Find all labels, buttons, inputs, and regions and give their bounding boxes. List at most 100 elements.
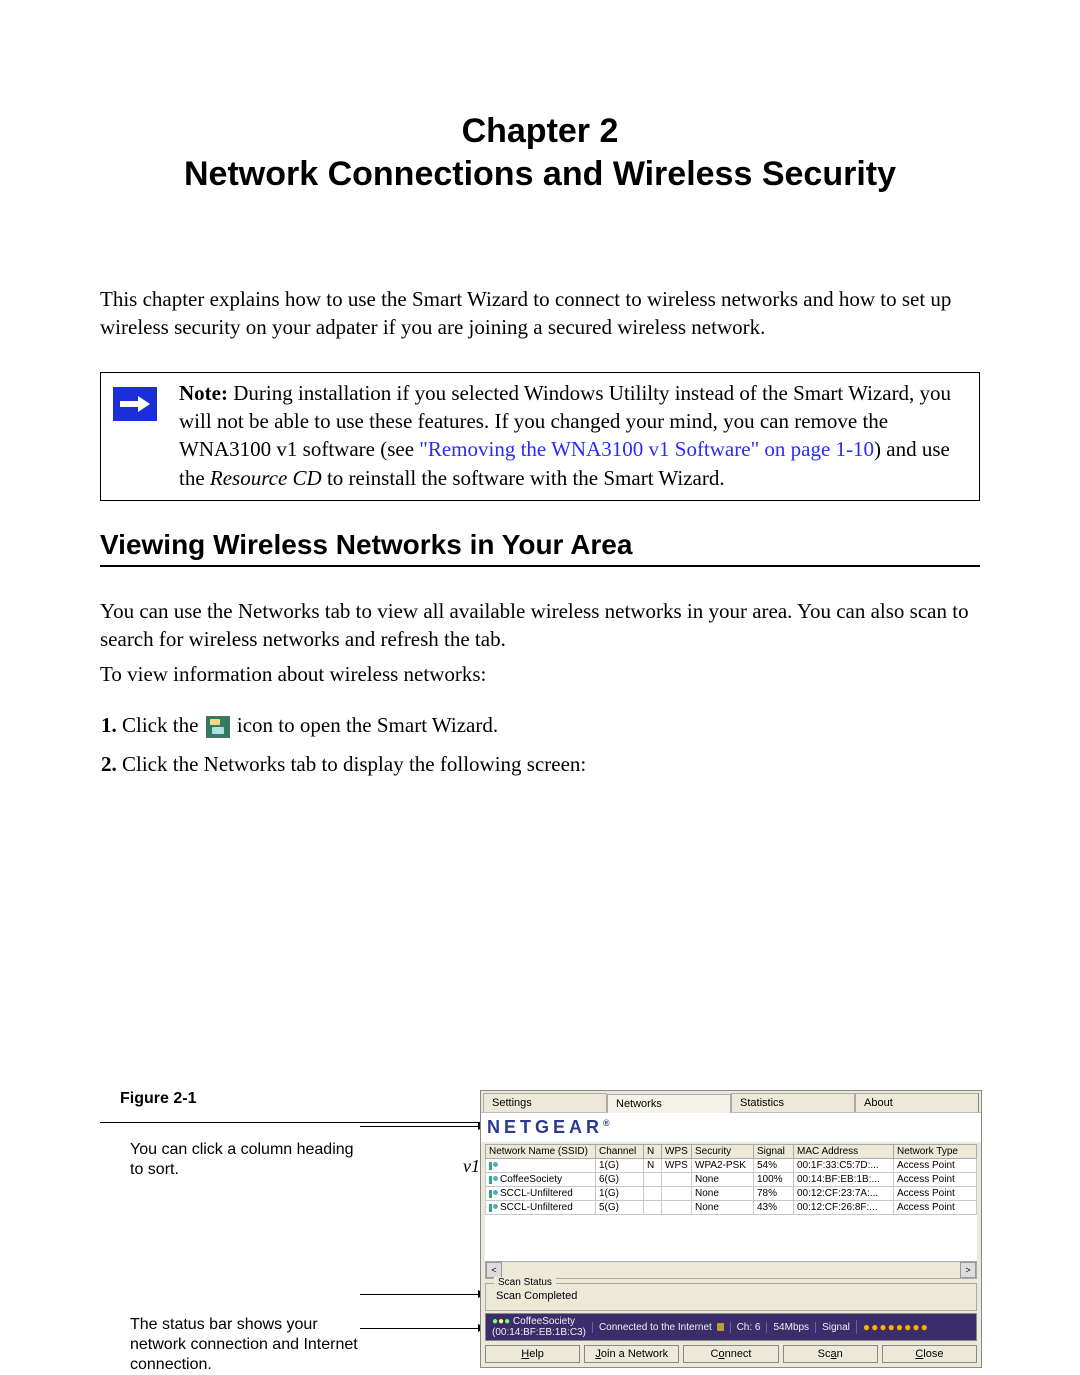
cell-channel: 1(G) <box>596 1159 644 1173</box>
tab-about[interactable]: About <box>855 1093 979 1112</box>
ch-value: 6 <box>755 1322 761 1333</box>
logo-bar: NETGEAR® <box>481 1112 981 1142</box>
cell-mac: 00:12:CF:26:8F:... <box>794 1201 894 1215</box>
callout-statusbar: The status bar shows your network connec… <box>130 1315 370 1375</box>
scan-status-box: Scan Status Scan Completed <box>485 1283 977 1311</box>
intro-paragraph: This chapter explains how to use the Sma… <box>100 285 980 342</box>
step1-a: Click the <box>122 713 204 737</box>
table-row[interactable]: CoffeeSociety 6(G) None 100% 00:14:BF:EB… <box>486 1173 977 1187</box>
table-header-row: Network Name (SSID) Channel N WPS Securi… <box>486 1145 977 1159</box>
table-row[interactable]: SCCL-Unfiltered 5(G) None 43% 00:12:CF:2… <box>486 1201 977 1215</box>
paragraph-1: You can use the Networks tab to view all… <box>100 597 980 654</box>
note-link[interactable]: "Removing the WNA3100 v1 Software" on pa… <box>419 437 874 461</box>
note-icon-cell <box>109 379 179 492</box>
chapter-number: Chapter 2 <box>462 112 619 150</box>
connect-button[interactable]: Connect <box>683 1345 778 1363</box>
scan-button[interactable]: Scan <box>783 1345 878 1363</box>
col-wps[interactable]: WPS <box>662 1145 692 1159</box>
step-2: Click the Networks tab to display the fo… <box>122 748 980 781</box>
table-empty-area <box>485 1215 977 1261</box>
resource-cd: Resource CD <box>210 466 322 490</box>
cell-wps <box>662 1201 692 1215</box>
smart-wizard-window: Settings Networks Statistics About NETGE… <box>480 1090 982 1368</box>
cell-channel: 6(G) <box>596 1173 644 1187</box>
chapter-title: Chapter 2 Network Connections and Wirele… <box>100 110 980 195</box>
cell-wps <box>662 1187 692 1201</box>
cell-security: WPA2-PSK <box>692 1159 754 1173</box>
help-button[interactable]: Help <box>485 1345 580 1363</box>
step-list: Click the icon to open the Smart Wizard.… <box>100 709 980 780</box>
col-mac[interactable]: MAC Address <box>794 1145 894 1159</box>
scroll-left-icon[interactable]: < <box>486 1262 502 1278</box>
document-page: Chapter 2 Network Connections and Wirele… <box>0 0 1080 1296</box>
note-t3: to reinstall the software with the Smart… <box>322 466 725 490</box>
step1-b: icon to open the Smart Wizard. <box>232 713 498 737</box>
col-channel[interactable]: Channel <box>596 1145 644 1159</box>
cell-signal: 43% <box>754 1201 794 1215</box>
cell-mac: 00:1F:33:C5:7D:... <box>794 1159 894 1173</box>
cell-ssid: CoffeeSociety <box>500 1174 562 1185</box>
cell-ssid: SCCL-Unfiltered <box>500 1202 573 1213</box>
cell-mac: 00:14:BF:EB:1B:... <box>794 1173 894 1187</box>
figure-wrap: You can click a column heading to sort. … <box>100 1090 980 1108</box>
cell-n <box>644 1173 662 1187</box>
tab-networks[interactable]: Networks <box>607 1094 731 1113</box>
table-row[interactable]: 1(G) N WPS WPA2-PSK 54% 00:1F:33:C5:7D:.… <box>486 1159 977 1173</box>
cell-wps <box>662 1173 692 1187</box>
ch-label: Ch: <box>737 1322 753 1333</box>
tab-bar: Settings Networks Statistics About <box>481 1091 981 1112</box>
cell-signal: 54% <box>754 1159 794 1173</box>
step-1: Click the icon to open the Smart Wizard. <box>122 709 980 742</box>
col-ssid[interactable]: Network Name (SSID) <box>486 1145 596 1159</box>
network-table: Network Name (SSID) Channel N WPS Securi… <box>485 1144 977 1215</box>
paragraph-2: To view information about wireless netwo… <box>100 660 980 688</box>
arrow-right-icon <box>113 387 157 421</box>
wifi-icon <box>489 1162 498 1170</box>
table-row[interactable]: SCCL-Unfiltered 1(G) None 78% 00:12:CF:2… <box>486 1187 977 1201</box>
col-n[interactable]: N <box>644 1145 662 1159</box>
close-button[interactable]: Close <box>882 1345 977 1363</box>
col-signal[interactable]: Signal <box>754 1145 794 1159</box>
note-text: Note: During installation if you selecte… <box>179 379 971 492</box>
wifi-icon <box>489 1176 498 1184</box>
signal-strength-icon: ●●●●●●●● <box>856 1320 935 1334</box>
horizontal-scrollbar[interactable]: < > <box>485 1261 977 1279</box>
cell-channel: 5(G) <box>596 1201 644 1215</box>
scroll-right-icon[interactable]: > <box>960 1262 976 1278</box>
cell-n: N <box>644 1159 662 1173</box>
callout-line <box>360 1294 480 1295</box>
callout-line <box>360 1328 480 1329</box>
cell-signal: 78% <box>754 1187 794 1201</box>
cell-mac: 00:12:CF:23:7A:... <box>794 1187 894 1201</box>
netgear-logo: NETGEAR® <box>487 1117 610 1137</box>
scan-status-value: Scan Completed <box>496 1290 577 1302</box>
cell-signal: 100% <box>754 1173 794 1187</box>
logo-text: NETGEAR <box>487 1117 603 1137</box>
tab-settings[interactable]: Settings <box>483 1093 607 1112</box>
callout-line <box>360 1126 480 1127</box>
join-button[interactable]: Join a Network <box>584 1345 679 1363</box>
cell-ssid: SCCL-Unfiltered <box>500 1188 573 1199</box>
status-network: CoffeeSociety <box>513 1316 575 1327</box>
col-type[interactable]: Network Type <box>894 1145 977 1159</box>
wifi-icon <box>489 1204 498 1212</box>
cell-security: None <box>692 1187 754 1201</box>
lock-icon <box>717 1323 724 1331</box>
cell-n <box>644 1187 662 1201</box>
wifi-icon <box>489 1190 498 1198</box>
status-signal-label: Signal <box>815 1322 856 1333</box>
cell-type: Access Point <box>894 1159 977 1173</box>
cell-type: Access Point <box>894 1187 977 1201</box>
button-row: Help Join a Network Connect Scan Close <box>481 1341 981 1367</box>
col-security[interactable]: Security <box>692 1145 754 1159</box>
status-mac: (00:14:BF:EB:1B:C3) <box>492 1327 586 1338</box>
note-box: Note: During installation if you selecte… <box>100 372 980 501</box>
cell-wps: WPS <box>662 1159 692 1173</box>
tab-statistics[interactable]: Statistics <box>731 1093 855 1112</box>
section-heading: Viewing Wireless Networks in Your Area <box>100 529 980 567</box>
cell-channel: 1(G) <box>596 1187 644 1201</box>
scan-status-label: Scan Status <box>494 1277 556 1288</box>
chapter-name: Network Connections and Wireless Securit… <box>184 155 896 193</box>
note-label: Note: <box>179 381 228 405</box>
cell-type: Access Point <box>894 1201 977 1215</box>
